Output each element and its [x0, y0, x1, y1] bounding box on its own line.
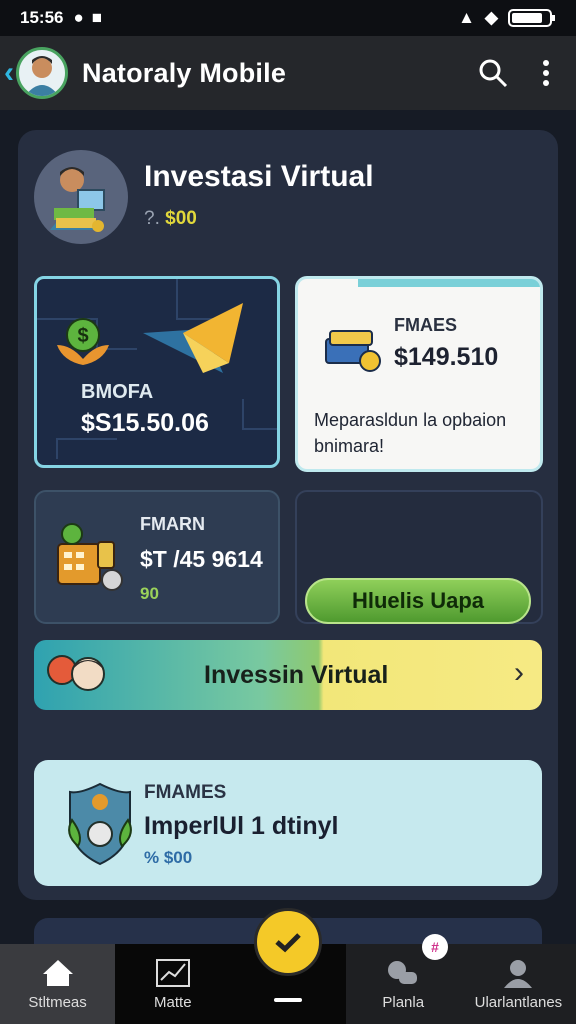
opportunity-card[interactable]: FMAES $149.510 Meparasldun la opbaion bn… [295, 276, 543, 472]
nav-label-plan: Planla [382, 993, 425, 1011]
main-content: Investasi Virtual ?. $00 $ BMOFA $S15.50… [0, 110, 576, 958]
portfolio-card[interactable]: $ BMOFA $S15.50.06 [34, 276, 280, 468]
back-icon[interactable]: ‹ [4, 56, 14, 90]
virtual-investment-banner[interactable]: Invessin Virtual › [34, 640, 542, 710]
center-fab-button[interactable] [254, 908, 322, 976]
nav-label-profile: Ularlantlanes [474, 993, 563, 1011]
card5-label: FMAMES [144, 782, 227, 803]
link-icon [388, 960, 418, 984]
diamond-chart-icon [143, 303, 243, 373]
nav-label-chart: Matte [154, 993, 192, 1011]
savings-card[interactable]: FMAMES ImperlUl 1 dtinyl % $00 [34, 760, 542, 886]
card3-value: $T /45 9614 [140, 546, 263, 572]
card2-label: FMAES [394, 315, 457, 335]
card3-label: FMARN [140, 514, 205, 534]
page-title: Investasi Virtual [144, 160, 374, 193]
wifi-icon: ◆ [484, 8, 498, 27]
status-bar: 15:56 ● ■ ▲ ◆ [0, 0, 576, 36]
nav-item-chart[interactable]: Matte [115, 944, 231, 1024]
banner-label: Invessin Virtual [204, 660, 389, 689]
calculator-coins-icon [57, 523, 123, 591]
investment-panel: Investasi Virtual ?. $00 $ BMOFA $S15.50… [18, 130, 558, 900]
nav-item-profile[interactable]: Ularlantlanes [461, 944, 576, 1024]
profile-icon [504, 959, 533, 988]
header-subtitle: ?. $00 [144, 208, 197, 230]
card2-value: $149.510 [394, 343, 499, 371]
svg-text:$: $ [77, 325, 88, 347]
status-time: 15:56 [20, 8, 64, 27]
action-card: Hluelis Uapa [295, 490, 543, 624]
signal-icon: ▲ [458, 8, 475, 27]
money-stack-icon [325, 330, 381, 372]
shield-plant-icon [68, 782, 132, 866]
chart-icon [155, 958, 190, 987]
app-title: Natoraly Mobile [82, 57, 287, 88]
money-plant-icon: $ [57, 318, 109, 365]
nav-label-home: Stltmeas [28, 993, 87, 1011]
app-bar: ‹ Natoraly Mobile [0, 36, 576, 110]
chevron-right-icon[interactable]: › [514, 656, 524, 690]
nav-item-home[interactable]: Stltmeas [0, 944, 116, 1024]
finance-card[interactable]: FMARN $T /45 9614 90 [34, 490, 280, 624]
card1-value: $S15.50.06 [81, 409, 209, 437]
home-icon [42, 959, 73, 986]
header-avatar [34, 150, 128, 244]
notification-icon: ● [73, 8, 84, 27]
header-sub-prefix: ?. [144, 208, 160, 229]
avatar[interactable] [16, 47, 68, 99]
card5-value: ImperlUl 1 dtinyl [144, 812, 339, 840]
header-sub-value: $00 [165, 208, 197, 229]
banner-avatar-icon [47, 655, 105, 691]
check-icon [275, 933, 301, 953]
message-icon: ■ [91, 8, 103, 27]
card5-small: % $00 [144, 848, 193, 867]
card2-accent-strip [358, 279, 540, 287]
search-icon[interactable] [478, 58, 508, 88]
card1-label: BMOFA [81, 381, 154, 403]
card2-description: Meparasldun la opbaion bnimara! [314, 410, 507, 456]
action-button[interactable]: Hluelis Uapa [305, 578, 531, 624]
home-indicator [274, 998, 302, 1002]
notification-badge: # [422, 934, 448, 960]
card3-small: 90 [140, 584, 159, 603]
battery-icon [508, 9, 555, 27]
more-vert-icon[interactable] [542, 59, 550, 87]
